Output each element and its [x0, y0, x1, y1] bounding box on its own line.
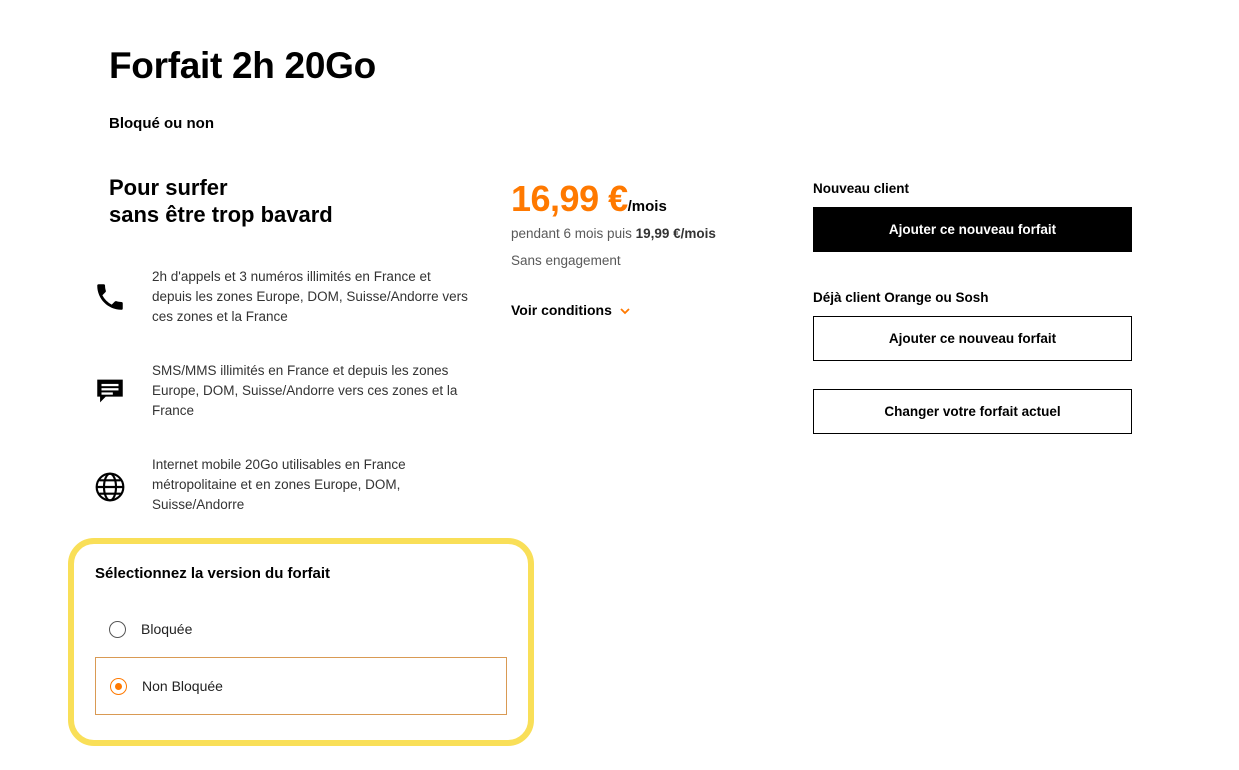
radio-option-label: Non Bloquée: [142, 678, 223, 694]
price-detail-price: 19,99 €/mois: [635, 226, 716, 241]
radio-option-label: Bloquée: [141, 621, 193, 637]
change-plan-label: Changer votre forfait actuel: [884, 404, 1061, 419]
radio-option-bloquee[interactable]: Bloquée: [95, 600, 507, 658]
add-plan-new-client-label: Ajouter ce nouveau forfait: [888, 222, 1057, 237]
chevron-down-icon: [620, 302, 630, 318]
plan-tagline: Pour surfer sans être trop bavard: [109, 174, 333, 228]
plan-subtitle: Bloqué ou non: [109, 115, 214, 132]
radio-checked[interactable]: [110, 677, 127, 695]
feature-internet-text: Internet mobile 20Go utilisables en Fran…: [152, 457, 406, 512]
add-plan-existing-client-button[interactable]: Ajouter ce nouveau forfait: [813, 316, 1132, 361]
price-detail: pendant 6 mois puis 19,99 €/mois: [511, 226, 716, 241]
commitment-text: Sans engagement: [511, 253, 621, 268]
radio-unchecked[interactable]: [109, 620, 126, 638]
page-title: Forfait 2h 20Go: [109, 45, 376, 86]
version-selector-title: Sélectionnez la version du forfait: [95, 565, 331, 582]
radio-option-non-bloquee[interactable]: Non Bloquée: [95, 657, 507, 715]
feature-calls-text: 2h d'appels et 3 numéros illimités en Fr…: [152, 269, 468, 324]
add-plan-new-client-button[interactable]: Ajouter ce nouveau forfait: [813, 207, 1132, 252]
add-plan-existing-client-label: Ajouter ce nouveau forfait: [888, 331, 1057, 346]
price-detail-prefix: pendant 6 mois puis: [511, 226, 636, 241]
new-client-label: Nouveau client: [813, 181, 910, 196]
conditions-label: Voir conditions: [511, 302, 612, 318]
tagline-line-2: sans être trop bavard: [109, 202, 333, 227]
tagline-line-1: Pour surfer: [109, 175, 228, 200]
change-plan-button[interactable]: Changer votre forfait actuel: [813, 389, 1132, 434]
price: 16,99 €/mois: [511, 178, 667, 220]
sms-icon: [92, 373, 128, 409]
radio-dot: [115, 682, 122, 690]
feature-sms-text: SMS/MMS illimités en France et depuis le…: [152, 363, 458, 418]
globe-icon: [92, 469, 128, 505]
price-amount: 16,99 €: [511, 178, 628, 219]
price-unit: /mois: [627, 198, 667, 215]
existing-client-label: Déjà client Orange ou Sosh: [813, 290, 989, 305]
conditions-toggle[interactable]: Voir conditions: [511, 302, 630, 318]
phone-icon: [92, 279, 128, 315]
